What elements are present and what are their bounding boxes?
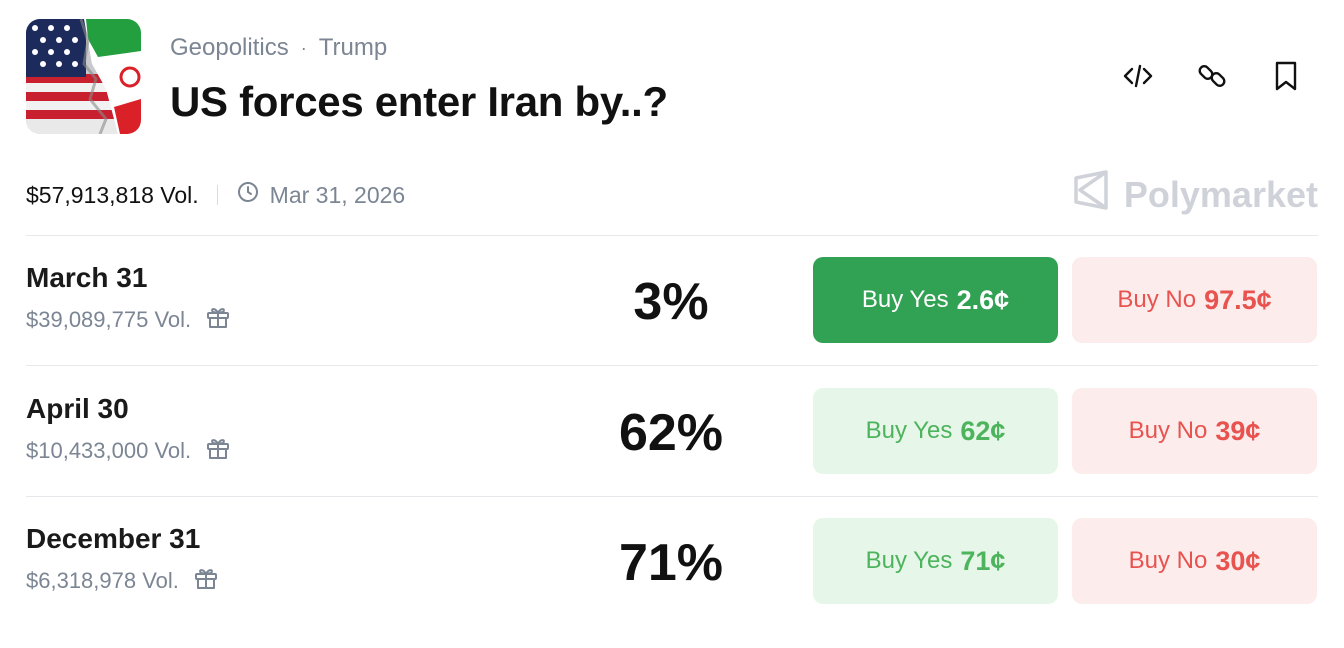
- outcome-probability: 3%: [633, 273, 709, 331]
- buy-no-button[interactable]: Buy No 97.5¢: [1072, 257, 1317, 343]
- gift-icon[interactable]: [205, 435, 231, 467]
- buy-no-price: 30¢: [1215, 545, 1261, 576]
- market-row: December 31 $6,318,978 Vol. 71% Buy Yes …: [26, 518, 1318, 648]
- end-date: Mar 31, 2026: [236, 180, 406, 210]
- breadcrumb-tag[interactable]: Trump: [319, 34, 387, 62]
- header-actions: [1120, 58, 1304, 94]
- end-date-text: Mar 31, 2026: [269, 181, 406, 208]
- outcome-volume-text: $6,318,978 Vol.: [26, 568, 179, 593]
- outcome-label: April 30: [26, 393, 129, 424]
- code-icon[interactable]: [1120, 58, 1156, 94]
- market-row: March 31 $39,089,775 Vol. 3% Buy Yes 2.6…: [26, 257, 1318, 392]
- outcome-volume: $6,318,978 Vol.: [26, 565, 219, 597]
- market-meta: $57,913,818 Vol. Mar 31, 2026: [26, 180, 405, 210]
- polymarket-logo-icon: [1072, 170, 1110, 219]
- buy-yes-price: 2.6¢: [956, 284, 1010, 315]
- breadcrumb: Geopolitics · Trump: [170, 34, 387, 62]
- buy-no-button[interactable]: Buy No 30¢: [1072, 518, 1317, 604]
- outcome-volume: $10,433,000 Vol.: [26, 435, 231, 467]
- gift-icon[interactable]: [193, 565, 219, 597]
- buy-no-label: Buy No: [1128, 417, 1208, 444]
- outcome-volume: $39,089,775 Vol.: [26, 304, 231, 336]
- outcome-label: December 31: [26, 523, 201, 554]
- gift-icon[interactable]: [205, 304, 231, 336]
- outcome-label: March 31: [26, 262, 148, 293]
- link-icon[interactable]: [1194, 58, 1230, 94]
- buy-yes-price: 71¢: [960, 545, 1006, 576]
- buy-yes-button[interactable]: Buy Yes 62¢: [813, 388, 1058, 474]
- divider: [26, 365, 1318, 366]
- buy-no-label: Buy No: [1117, 286, 1197, 313]
- buy-yes-label: Buy Yes: [861, 286, 949, 313]
- outcome-volume-text: $10,433,000 Vol.: [26, 438, 192, 463]
- market-row: April 30 $10,433,000 Vol. 62% Buy Yes 62…: [26, 388, 1318, 523]
- brand-name: Polymarket: [1123, 173, 1318, 215]
- meta-divider: [216, 185, 218, 205]
- market-title: US forces enter Iran by..?: [170, 78, 668, 125]
- buy-yes-label: Buy Yes: [865, 547, 953, 574]
- breadcrumb-separator: ·: [300, 37, 307, 58]
- buy-no-label: Buy No: [1128, 547, 1208, 574]
- buy-yes-button[interactable]: Buy Yes 71¢: [813, 518, 1058, 604]
- market-thumbnail: [26, 19, 141, 134]
- buy-yes-label: Buy Yes: [865, 417, 953, 444]
- bookmark-icon[interactable]: [1268, 58, 1304, 94]
- outcome-probability: 71%: [618, 534, 724, 592]
- divider: [26, 235, 1318, 236]
- buy-no-button[interactable]: Buy No 39¢: [1072, 388, 1317, 474]
- breadcrumb-category[interactable]: Geopolitics: [170, 34, 289, 62]
- clock-icon: [236, 180, 260, 210]
- buy-yes-price: 62¢: [960, 415, 1006, 446]
- buy-no-price: 97.5¢: [1204, 284, 1272, 315]
- buy-yes-button[interactable]: Buy Yes 2.6¢: [813, 257, 1058, 343]
- outcome-probability: 62%: [618, 404, 724, 462]
- buy-no-price: 39¢: [1215, 415, 1261, 446]
- brand-logo: Polymarket: [1072, 170, 1318, 219]
- divider: [26, 496, 1318, 497]
- total-volume: $57,913,818 Vol.: [26, 181, 199, 208]
- outcome-volume-text: $39,089,775 Vol.: [26, 307, 192, 332]
